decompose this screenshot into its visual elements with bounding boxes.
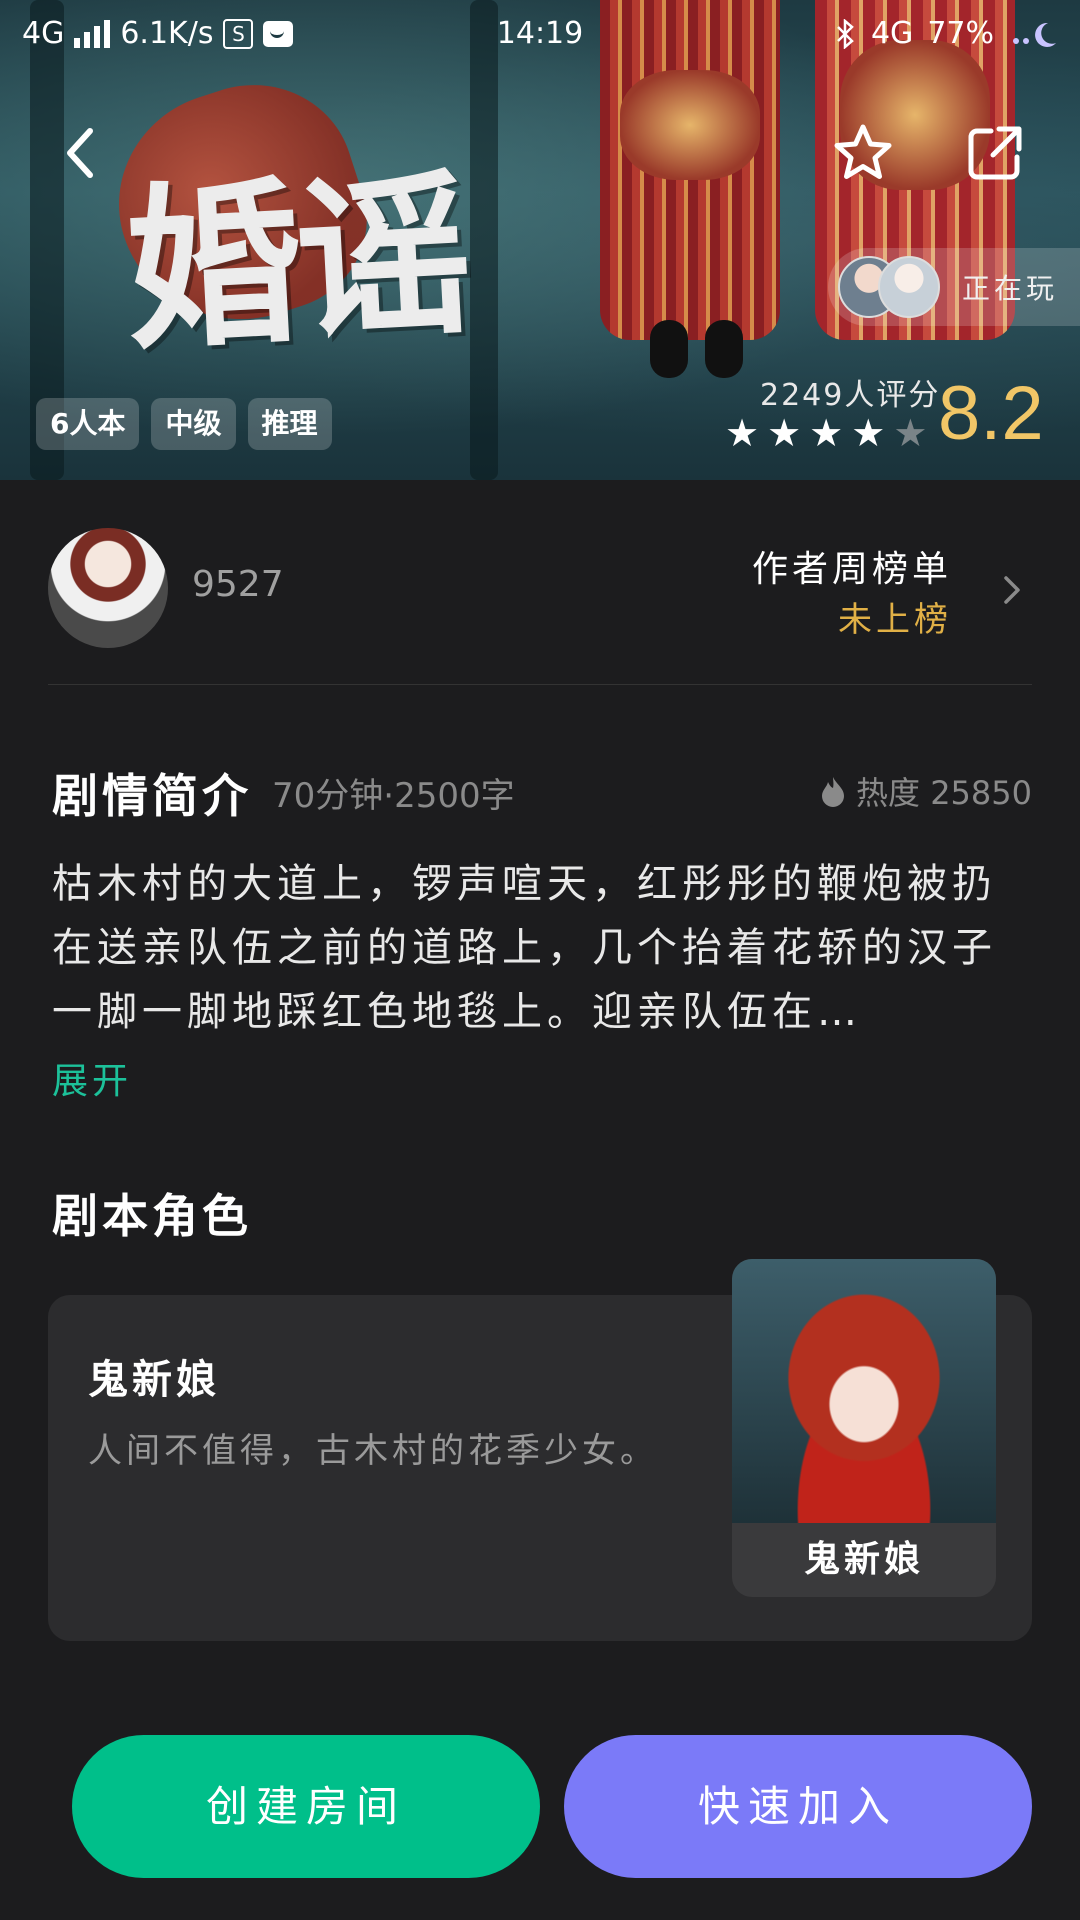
rank-value: 未上榜	[838, 600, 952, 640]
robe-embroidery	[620, 70, 760, 180]
forest-tree	[470, 0, 498, 480]
role-portrait-image	[732, 1259, 996, 1523]
chevron-left-icon	[67, 128, 93, 178]
role-portrait-card[interactable]: 鬼新娘	[732, 1259, 996, 1597]
flame-icon	[822, 777, 845, 807]
tag-genre: 推理	[247, 398, 332, 450]
divider	[48, 684, 1032, 685]
heat-label: 热度 25850	[856, 774, 1032, 812]
expand-link[interactable]: 展开	[52, 1052, 132, 1104]
intro-text: 枯木村的大道上，锣声喧天，红彤彤的鞭炮被扔在送亲队伍之前的道路上，几个抬着花轿的…	[52, 861, 997, 1035]
rating-score: 8.2	[938, 371, 1044, 456]
network-type-right: 4G	[870, 16, 914, 51]
hero-banner: 婚谣 4G 6.1K/s S 14:19 4G 77% 正在玩 6人本 中级 推…	[0, 0, 1080, 480]
now-playing-label: 正在玩	[962, 272, 1059, 305]
intro-meta: 70分钟·2500字	[272, 776, 515, 816]
author-name[interactable]: 9527	[192, 564, 284, 605]
role-name: 鬼新娘	[88, 1357, 220, 1403]
heat-indicator: 热度 25850	[820, 768, 1032, 814]
shoe-art	[705, 320, 743, 378]
rating-count: 2249人评分	[760, 378, 941, 413]
author-avatar[interactable]	[48, 528, 168, 648]
star-empty-icon: ★	[893, 411, 928, 455]
script-title-art: 婚谣	[120, 150, 471, 375]
create-room-button[interactable]: 创建房间	[72, 1735, 540, 1878]
player-avatar	[878, 256, 940, 318]
tag-difficulty: 中级	[151, 398, 236, 450]
tag-players: 6人本	[36, 398, 140, 450]
share-button[interactable]	[960, 118, 1030, 188]
quick-join-button[interactable]: 快速加入	[564, 1735, 1032, 1878]
rating-stars: ★ ★ ★ ★ ★	[725, 412, 927, 454]
role-description: 人间不值得，古木村的花季少女。	[88, 1431, 658, 1471]
battery-level: 77%	[927, 16, 994, 51]
star-filled-icon: ★	[725, 411, 760, 455]
status-bar: 4G 6.1K/s S 14:19 4G 77%	[0, 0, 1080, 70]
rank-title: 作者周榜单	[751, 549, 952, 590]
author-row[interactable]: 9527 作者周榜单 未上榜	[48, 528, 1032, 648]
moon-icon	[1013, 22, 1056, 47]
favorite-button[interactable]	[828, 118, 898, 188]
star-filled-icon: ★	[809, 411, 844, 455]
shoe-art	[650, 320, 688, 378]
role-portrait-label: 鬼新娘	[803, 1539, 924, 1580]
back-button[interactable]	[45, 118, 115, 188]
now-playing-pill[interactable]: 正在玩	[828, 248, 1080, 326]
chevron-right-icon[interactable]	[992, 570, 1032, 610]
star-filled-icon: ★	[767, 411, 802, 455]
star-filled-icon: ★	[851, 411, 886, 455]
share-icon	[968, 126, 1022, 180]
intro-section-title: 剧情简介	[52, 769, 252, 823]
star-outline-icon	[834, 124, 892, 179]
roles-section-title: 剧本角色	[52, 1189, 252, 1243]
tag-list: 6人本 中级 推理	[36, 398, 332, 450]
bluetooth-icon	[837, 18, 854, 49]
